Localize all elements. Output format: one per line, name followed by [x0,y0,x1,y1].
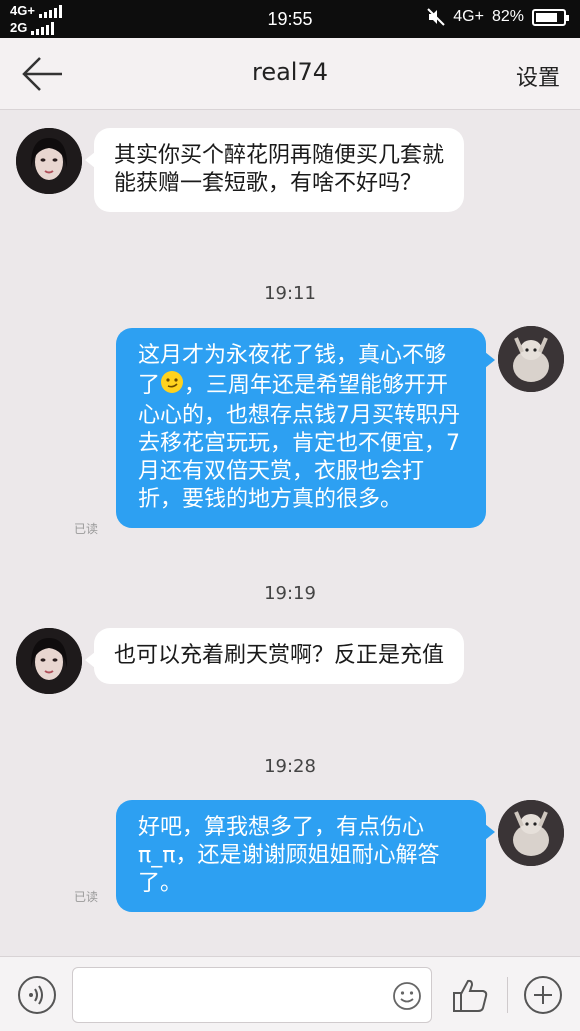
smiley-icon [393,982,421,1010]
outgoing-message-bubble[interactable]: 好吧，算我想多了，有点伤心π_π，还是谢谢顾姐姐耐心解答了。 [116,800,495,912]
battery-icon [532,8,569,26]
network-type-right: 4G+ [453,8,484,25]
my-avatar-image [498,326,564,392]
message-text: 好吧，算我想多了，有点伤心π_π，还是谢谢顾姐姐耐心解答了。 [138,815,440,896]
like-button[interactable] [450,975,490,1015]
message-input[interactable] [72,967,432,1023]
divider [507,977,508,1013]
my-avatar[interactable] [498,326,564,392]
read-receipt: 已读 [74,522,99,536]
message-text: 也可以充着刷天赏啊？反正是充值 [114,643,445,668]
contact-avatar[interactable] [16,628,82,694]
voice-icon [29,985,43,1005]
back-arrow-icon [22,57,62,91]
chat-header: real74 设置 [0,38,580,110]
chat-title: real74 [251,58,329,86]
timestamp: 19:19 [264,583,316,604]
timestamp: 19:28 [264,756,316,777]
timestamp: 19:11 [264,283,316,304]
outgoing-message-bubble[interactable]: 这月才为永夜花了钱，真心不够了 ，三周年还是希望能够开开心心的，也想存点钱7月买转… [116,328,495,528]
contact-avatar-image [16,628,82,694]
my-avatar[interactable] [498,800,564,866]
emoji-button[interactable] [392,981,422,1011]
incoming-message-bubble[interactable]: 也可以充着刷天赏啊？反正是充值 [85,628,464,684]
read-receipt: 已读 [74,890,99,904]
smirk-emoji-icon [160,370,184,402]
battery-percent: 82% [491,8,524,25]
status-bar: 4G+ 2G 19:55 4G+ 82% [0,0,580,38]
incoming-message-bubble[interactable]: 其实你买个醉花阴再随便买几套就能获赠一套短歌，有啥不好吗？ [85,128,464,212]
voice-input-button[interactable] [18,976,56,1014]
contact-avatar-image [16,128,82,194]
message-text-continued: ，三周年还是希望能够开开心心的，也想存点钱7月买转职丹去移花宫玩玩，肯定也不便宜… [138,373,460,512]
my-avatar-image [498,800,564,866]
back-button[interactable] [18,52,68,96]
contact-avatar[interactable] [16,128,82,194]
input-bar [0,956,580,1031]
thumbs-up-icon [453,979,488,1012]
message-text: 其实你买个醉花阴再随便买几套就能获赠一套短歌，有啥不好吗？ [114,143,445,196]
more-options-button[interactable] [524,976,562,1014]
settings-button[interactable]: 设置 [516,60,560,92]
plus-icon [534,986,552,1004]
mute-icon [427,8,445,26]
